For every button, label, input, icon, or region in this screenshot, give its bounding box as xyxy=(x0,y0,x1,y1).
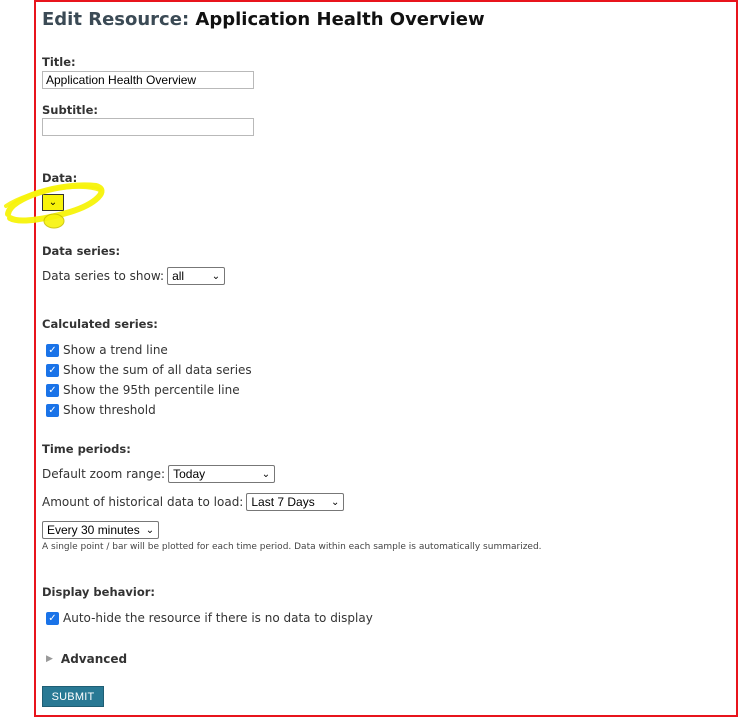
historical-data-select[interactable]: Last 7 Days ⌄ xyxy=(246,493,345,511)
trend-line-label: Show a trend line xyxy=(63,343,168,357)
edit-resource-frame xyxy=(34,0,738,717)
data-select[interactable]: ⌄ xyxy=(42,194,64,211)
historical-data-value: Last 7 Days xyxy=(251,495,315,509)
time-periods-section-title: Time periods: xyxy=(42,442,131,456)
subtitle-input[interactable] xyxy=(42,118,254,136)
advanced-toggle[interactable]: ▶ Advanced xyxy=(46,652,127,666)
check-icon[interactable]: ✓ xyxy=(46,383,59,397)
zoom-range-label: Default zoom range: xyxy=(42,467,166,481)
advanced-label: Advanced xyxy=(60,652,128,666)
display-behavior-section-title: Display behavior: xyxy=(42,585,156,599)
data-label: Data: xyxy=(42,171,78,185)
interval-row: Every 30 minutes ⌄ xyxy=(39,521,159,539)
autohide-label: Auto-hide the resource if there is no da… xyxy=(63,611,373,625)
chevron-down-icon: ⌄ xyxy=(261,468,271,480)
threshold-option[interactable]: ✓ Show threshold xyxy=(46,403,156,417)
chevron-down-icon: ⌄ xyxy=(330,496,340,508)
chevron-down-icon: ⌄ xyxy=(145,524,155,536)
title-input[interactable] xyxy=(42,71,254,89)
interval-value: Every 30 minutes xyxy=(47,523,140,537)
check-icon[interactable]: ✓ xyxy=(46,403,59,417)
page-title-resource-name: Application Health Overview xyxy=(195,9,485,30)
zoom-range-select[interactable]: Today ⌄ xyxy=(168,465,276,483)
percentile-option[interactable]: ✓ Show the 95th percentile line xyxy=(46,383,240,397)
page-title: Edit Resource: Application Health Overvi… xyxy=(42,9,485,30)
check-icon[interactable]: ✓ xyxy=(46,611,59,625)
page-title-prefix: Edit Resource: xyxy=(42,9,190,30)
historical-data-row: Amount of historical data to load: Last … xyxy=(42,493,345,511)
chevron-down-icon: ⌄ xyxy=(211,270,221,282)
data-series-select[interactable]: all ⌄ xyxy=(167,267,226,285)
trend-line-option[interactable]: ✓ Show a trend line xyxy=(46,343,168,357)
title-label: Title: xyxy=(42,55,76,69)
data-series-to-show-label: Data series to show: xyxy=(42,269,165,283)
zoom-range-value: Today xyxy=(173,467,206,481)
data-series-row: Data series to show: all ⌄ xyxy=(42,267,226,285)
subtitle-label: Subtitle: xyxy=(42,103,98,117)
sum-series-label: Show the sum of all data series xyxy=(63,363,252,377)
percentile-label: Show the 95th percentile line xyxy=(63,383,240,397)
calculated-series-section-title: Calculated series: xyxy=(42,317,158,331)
historical-data-label: Amount of historical data to load: xyxy=(42,495,244,509)
threshold-label: Show threshold xyxy=(63,403,156,417)
time-period-helper-text: A single point / bar will be plotted for… xyxy=(42,542,542,552)
check-icon[interactable]: ✓ xyxy=(46,343,59,357)
interval-select[interactable]: Every 30 minutes ⌄ xyxy=(42,521,159,539)
data-series-select-value: all xyxy=(172,269,185,283)
triangle-right-icon: ▶ xyxy=(46,654,53,664)
data-series-section-title: Data series: xyxy=(42,244,121,258)
chevron-down-icon: ⌄ xyxy=(48,197,58,208)
autohide-option[interactable]: ✓ Auto-hide the resource if there is no … xyxy=(46,611,373,625)
check-icon[interactable]: ✓ xyxy=(46,363,59,377)
sum-series-option[interactable]: ✓ Show the sum of all data series xyxy=(46,363,252,377)
zoom-range-row: Default zoom range: Today ⌄ xyxy=(42,465,276,483)
submit-button[interactable]: SUBMIT xyxy=(42,686,104,707)
